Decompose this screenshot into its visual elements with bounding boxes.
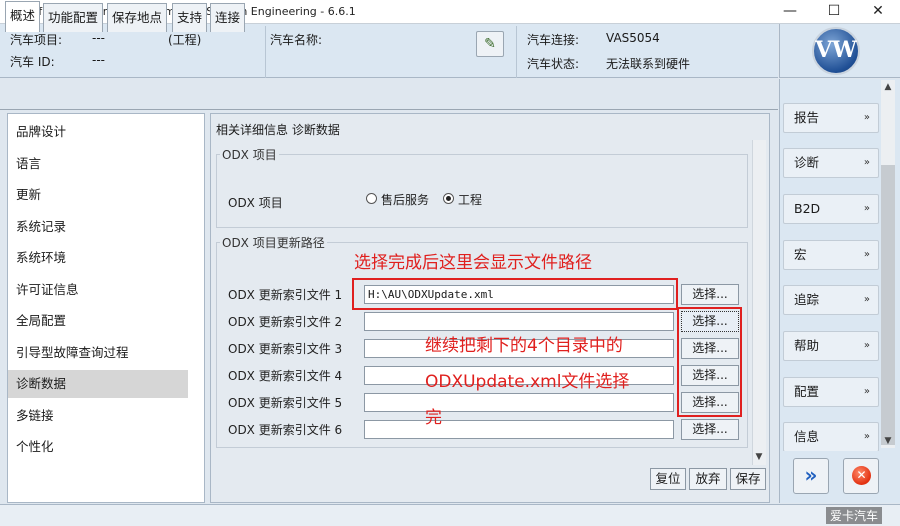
menu-macro-label: 宏 bbox=[794, 247, 807, 262]
status-bar bbox=[0, 504, 900, 526]
tab-overview[interactable]: 概述 bbox=[5, 1, 41, 32]
chevron-down-icon: » bbox=[863, 294, 870, 305]
vehicle-name-label: 汽车名称: bbox=[270, 33, 323, 47]
update-file-6-field[interactable] bbox=[364, 420, 674, 439]
minimize-button[interactable]: — bbox=[768, 0, 812, 24]
menu-diagnosis[interactable]: 诊断 » bbox=[783, 148, 879, 178]
panel-caption: 相关详细信息 诊断数据 bbox=[216, 123, 340, 137]
vehicle-connection-value: VAS5054 bbox=[606, 31, 660, 45]
nav-item-system-env[interactable]: 系统环境 bbox=[16, 244, 196, 272]
settings-nav-list: 品牌设计 语言 更新 系统记录 系统环境 许可证信息 全局配置 引导型故障查询过… bbox=[7, 113, 205, 503]
menu-b2d[interactable]: B2D » bbox=[783, 194, 879, 224]
annotation-text-line3: 完 bbox=[425, 408, 442, 428]
chevron-down-icon: » bbox=[863, 340, 870, 351]
chevron-down-icon: » bbox=[863, 431, 870, 442]
tab-bar bbox=[0, 78, 778, 110]
menu-report-label: 报告 bbox=[794, 110, 820, 125]
watermark: 爱卡汽车 bbox=[826, 507, 883, 524]
reset-button[interactable]: 复位 bbox=[650, 468, 686, 490]
annotation-text-path: 选择完成后这里会显示文件路径 bbox=[354, 253, 592, 273]
right-menu-scroll-thumb[interactable] bbox=[881, 165, 895, 445]
update-file-2-label: ODX 更新索引文件 2 bbox=[228, 315, 343, 329]
radio-after-sales-label: 售后服务 bbox=[381, 193, 430, 207]
radio-engineering-label: 工程 bbox=[458, 193, 483, 207]
vehicle-connection-label: 汽车连接: bbox=[527, 33, 580, 47]
vehicle-status-value: 无法联系到硬件 bbox=[606, 57, 691, 71]
menu-info-label: 信息 bbox=[794, 429, 820, 444]
menu-config[interactable]: 配置 » bbox=[783, 377, 879, 407]
menu-report[interactable]: 报告 » bbox=[783, 103, 879, 133]
scroll-up-arrow-icon[interactable]: ▲ bbox=[881, 80, 895, 94]
annotation-text-line2: ODXUpdate.xml文件选择 bbox=[425, 372, 630, 392]
odx-update-path-group-title: ODX 项目更新路径 bbox=[220, 234, 327, 251]
exit-icon: ✕ bbox=[852, 466, 871, 485]
update-file-5-label: ODX 更新索引文件 5 bbox=[228, 396, 343, 410]
vehicle-id-label: 汽车 ID: bbox=[10, 55, 55, 69]
edit-icon: ✎ bbox=[484, 36, 496, 52]
radio-after-sales[interactable] bbox=[366, 193, 377, 204]
scroll-down-arrow-icon[interactable]: ▼ bbox=[752, 450, 766, 464]
nav-item-update[interactable]: 更新 bbox=[16, 181, 196, 209]
vehicle-project-value: --- bbox=[92, 31, 105, 45]
menu-help[interactable]: 帮助 » bbox=[783, 331, 879, 361]
odx-project-label: ODX 项目 bbox=[228, 196, 283, 210]
menu-trace[interactable]: 追踪 » bbox=[783, 285, 879, 315]
mode-label: (工程) bbox=[168, 33, 202, 47]
vehicle-id-value: --- bbox=[92, 53, 105, 67]
nav-item-brand-design[interactable]: 品牌设计 bbox=[16, 118, 196, 146]
vehicle-status-label: 汽车状态: bbox=[527, 57, 580, 71]
tab-save-location[interactable]: 保存地点 bbox=[107, 3, 168, 32]
annotation-text-line1: 继续把剩下的4个目录中的 bbox=[425, 336, 623, 356]
select-file-6-button[interactable]: 选择... bbox=[681, 419, 739, 440]
chevron-down-icon: » bbox=[863, 157, 870, 168]
chevron-down-icon: » bbox=[863, 249, 870, 260]
nav-item-multi-link[interactable]: 多链接 bbox=[16, 402, 196, 430]
chevron-down-icon: » bbox=[863, 112, 870, 123]
chevron-down-icon: » bbox=[863, 203, 870, 214]
nav-item-global-config[interactable]: 全局配置 bbox=[16, 307, 196, 335]
menu-macro[interactable]: 宏» bbox=[783, 240, 879, 270]
update-file-4-label: ODX 更新索引文件 4 bbox=[228, 369, 343, 383]
discard-button[interactable]: 放弃 bbox=[689, 468, 727, 490]
maximize-button[interactable]: ☐ bbox=[812, 0, 856, 24]
menu-info[interactable]: 信息 » bbox=[783, 422, 879, 452]
radio-engineering[interactable] bbox=[443, 193, 454, 204]
scroll-down-arrow-icon[interactable]: ▼ bbox=[881, 434, 895, 448]
tab-connection[interactable]: 连接 bbox=[210, 3, 246, 32]
nav-item-system-log[interactable]: 系统记录 bbox=[16, 213, 196, 241]
chevron-down-icon: » bbox=[863, 386, 870, 397]
annotation-box-path bbox=[352, 278, 678, 310]
nav-item-personalization[interactable]: 个性化 bbox=[16, 433, 196, 461]
odx-project-group-title: ODX 项目 bbox=[220, 146, 279, 163]
annotation-box-buttons bbox=[677, 307, 742, 417]
vw-logo-icon: VW bbox=[812, 27, 860, 75]
nav-item-guided-fault-finding[interactable]: 引导型故障查询过程 bbox=[16, 339, 196, 367]
nav-item-diagnostic-data[interactable]: 诊断数据 bbox=[8, 370, 188, 398]
menu-b2d-label: B2D bbox=[794, 201, 821, 216]
tab-function-config[interactable]: 功能配置 bbox=[43, 3, 104, 32]
double-arrow-right-icon: » bbox=[804, 463, 818, 487]
update-file-1-label: ODX 更新索引文件 1 bbox=[228, 288, 343, 302]
close-window-button[interactable]: ✕ bbox=[856, 0, 900, 24]
edit-note-button[interactable]: ✎ bbox=[476, 31, 504, 57]
menu-help-label: 帮助 bbox=[794, 338, 820, 353]
tab-support[interactable]: 支持 bbox=[172, 3, 208, 32]
nav-item-language[interactable]: 语言 bbox=[16, 150, 196, 178]
save-button[interactable]: 保存 bbox=[730, 468, 766, 490]
update-file-5-field[interactable] bbox=[364, 393, 674, 412]
menu-config-label: 配置 bbox=[794, 384, 820, 399]
nav-item-license[interactable]: 许可证信息 bbox=[16, 276, 196, 304]
next-button[interactable]: » bbox=[793, 458, 829, 494]
select-file-1-button[interactable]: 选择... bbox=[681, 284, 739, 305]
menu-trace-label: 追踪 bbox=[794, 292, 820, 307]
update-file-6-label: ODX 更新索引文件 6 bbox=[228, 423, 343, 437]
update-file-2-field[interactable] bbox=[364, 312, 674, 331]
detail-scrollbar[interactable] bbox=[752, 140, 766, 465]
update-file-3-label: ODX 更新索引文件 3 bbox=[228, 342, 343, 356]
menu-diagnosis-label: 诊断 bbox=[794, 155, 820, 170]
vehicle-project-label: 汽车项目: bbox=[10, 33, 63, 47]
